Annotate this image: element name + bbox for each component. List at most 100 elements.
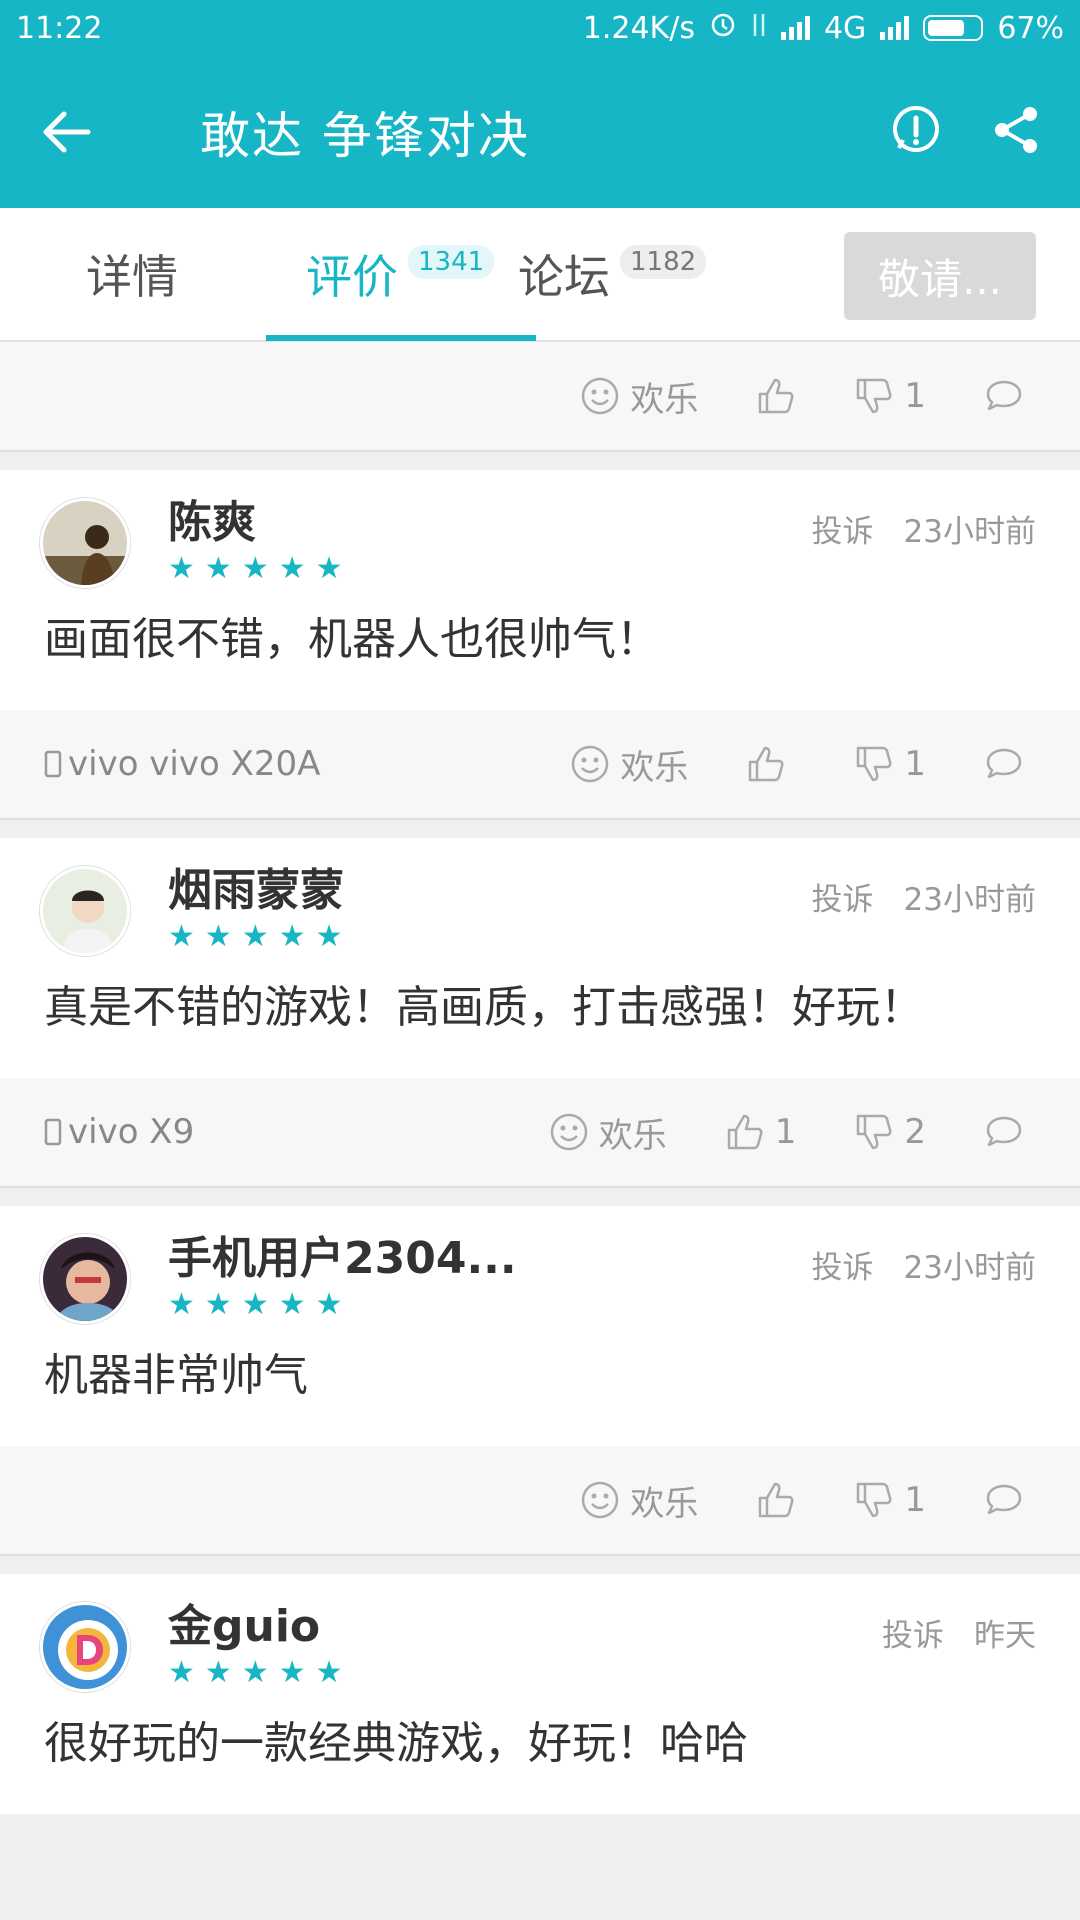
review-card: 陈爽 ★ ★ ★ ★ ★ 投诉 23小时前 画面很不错，机器人也很帅气！ <box>0 470 1080 710</box>
phone-icon <box>44 1118 62 1146</box>
review-footer-top: 欢乐 1 <box>0 342 1080 452</box>
like-button[interactable]: 1 <box>725 1112 797 1152</box>
comment-button[interactable] <box>984 1114 1024 1150</box>
thumbs-up-icon <box>759 1482 794 1518</box>
share-icon <box>995 107 1037 153</box>
comment-button[interactable] <box>984 1482 1024 1518</box>
dislike-button[interactable]: 1 <box>854 376 926 416</box>
review-footer: 欢乐 1 <box>0 1446 1080 1556</box>
comment-icon <box>986 1484 1022 1515</box>
star-icon: ★ <box>241 919 269 954</box>
back-button[interactable] <box>40 97 110 167</box>
dislike-button[interactable]: 1 <box>854 1480 926 1520</box>
battery-level: 67% <box>997 10 1064 46</box>
report-button[interactable] <box>890 104 942 160</box>
report-link[interactable]: 投诉 <box>812 874 874 919</box>
emotion-button[interactable]: 欢乐 <box>570 740 688 789</box>
battery-icon <box>923 15 984 41</box>
avatar[interactable] <box>40 1602 130 1692</box>
emotion-button[interactable]: 欢乐 <box>580 372 698 421</box>
like-count: 1 <box>774 1112 797 1152</box>
like-button[interactable] <box>756 376 796 416</box>
device-name: vivo vivo X20A <box>68 744 321 784</box>
like-button[interactable] <box>756 1480 796 1520</box>
comment-icon <box>986 748 1022 779</box>
device-name: vivo X9 <box>68 1112 195 1152</box>
review-text: 很好玩的一款经典游戏，好玩！哈哈 <box>44 1718 748 1769</box>
emotion-button[interactable]: 欢乐 <box>580 1476 698 1525</box>
comment-icon <box>986 380 1022 411</box>
thumbs-down-icon <box>857 378 892 414</box>
review-time: 23小时前 <box>903 514 1036 550</box>
share-button[interactable] <box>992 105 1040 159</box>
review-text: 真是不错的游戏！高画质，打击感强！好玩！ <box>44 982 924 1033</box>
star-icon: ★ <box>315 551 343 586</box>
star-icon: ★ <box>204 551 232 586</box>
star-icon: ★ <box>278 1287 306 1322</box>
alarm-icon <box>709 10 737 46</box>
star-icon: ★ <box>168 1655 195 1690</box>
review-time: 23小时前 <box>903 1250 1036 1286</box>
reviewer-name[interactable]: 金guio <box>168 1602 343 1652</box>
star-icon: ★ <box>241 1287 269 1322</box>
report-link[interactable]: 投诉 <box>812 1242 874 1287</box>
star-icon: ★ <box>204 1655 232 1690</box>
like-button[interactable] <box>746 744 796 784</box>
reviewer-name[interactable]: 烟雨蒙蒙 <box>168 866 344 916</box>
emotion-label: 欢乐 <box>630 379 699 420</box>
star-icon: ★ <box>315 919 343 954</box>
tab-details[interactable]: 详情 <box>86 207 178 341</box>
review-card: 金guio ★ ★ ★ ★ ★ 投诉 昨天 很好玩的一款经典游戏，好玩！哈哈 <box>0 1574 1080 1814</box>
review-footer: vivo vivo X20A 欢乐 1 <box>0 710 1080 820</box>
star-icon: ★ <box>168 551 195 586</box>
tab-reviews[interactable]: 评价 1341 <box>266 207 536 341</box>
review-card: 烟雨蒙蒙 ★ ★ ★ ★ ★ 投诉 23小时前 真是不错的游戏！高画质，打击感强！好玩！ <box>0 838 1080 1078</box>
comment-button[interactable] <box>984 746 1024 782</box>
report-link[interactable]: 投诉 <box>882 1610 944 1655</box>
avatar[interactable] <box>40 1234 130 1324</box>
reviewer-name[interactable]: 手机用户2304... <box>168 1234 517 1284</box>
network-type: 4G <box>823 10 867 46</box>
star-icon: ★ <box>241 551 269 586</box>
star-icon: ★ <box>278 551 306 586</box>
star-icon: ★ <box>278 1655 306 1690</box>
tab-reviews-label: 评价 <box>306 250 398 304</box>
forum-count-badge: 1182 <box>620 245 707 279</box>
signal-icon <box>780 16 810 40</box>
comment-icon <box>986 1116 1022 1147</box>
tab-forum-label: 论坛 <box>518 250 610 304</box>
avatar[interactable] <box>40 866 130 956</box>
emotion-button[interactable]: 欢乐 <box>549 1108 667 1157</box>
back-arrow-icon <box>43 111 91 153</box>
review-time: 昨天 <box>974 1618 1036 1654</box>
star-rating: ★ ★ ★ ★ ★ <box>168 922 344 952</box>
avatar[interactable] <box>40 498 130 588</box>
smiley-icon <box>550 1113 587 1151</box>
exclamation-icon <box>893 106 939 152</box>
tab-forum[interactable]: 论坛 1182 <box>518 207 707 341</box>
emotion-label: 欢乐 <box>630 1483 699 1524</box>
data-transfer-icon <box>751 11 767 46</box>
device-info: vivo vivo X20A <box>44 744 320 784</box>
review-text: 机器非常帅气 <box>44 1350 308 1401</box>
emotion-label: 欢乐 <box>620 747 689 788</box>
dislike-button[interactable]: 2 <box>854 1112 926 1152</box>
emotion-label: 欢乐 <box>598 1115 667 1156</box>
follow-button[interactable]: 敬请... <box>844 232 1036 320</box>
star-icon: ★ <box>168 1287 195 1322</box>
dislike-count: 1 <box>904 1480 926 1520</box>
smiley-icon <box>582 377 619 415</box>
comment-button[interactable] <box>984 378 1024 414</box>
tab-bar: 详情 评价 1341 论坛 1182 敬请... <box>0 208 1080 342</box>
dislike-button[interactable]: 1 <box>854 744 926 784</box>
dislike-count: 1 <box>904 376 926 416</box>
thumbs-down-icon <box>857 1482 892 1518</box>
reviewer-name[interactable]: 陈爽 <box>168 498 343 548</box>
status-icons: 1.24K/s 4G 67% <box>583 10 1064 46</box>
status-bar: 11:22 1.24K/s 4G 67% <box>0 0 1080 56</box>
review-footer: vivo X9 欢乐 1 2 <box>0 1078 1080 1188</box>
dislike-count: 2 <box>904 1112 926 1152</box>
device-info: vivo X9 <box>44 1112 194 1152</box>
report-link[interactable]: 投诉 <box>812 506 874 551</box>
thumbs-up-icon <box>727 1114 763 1150</box>
